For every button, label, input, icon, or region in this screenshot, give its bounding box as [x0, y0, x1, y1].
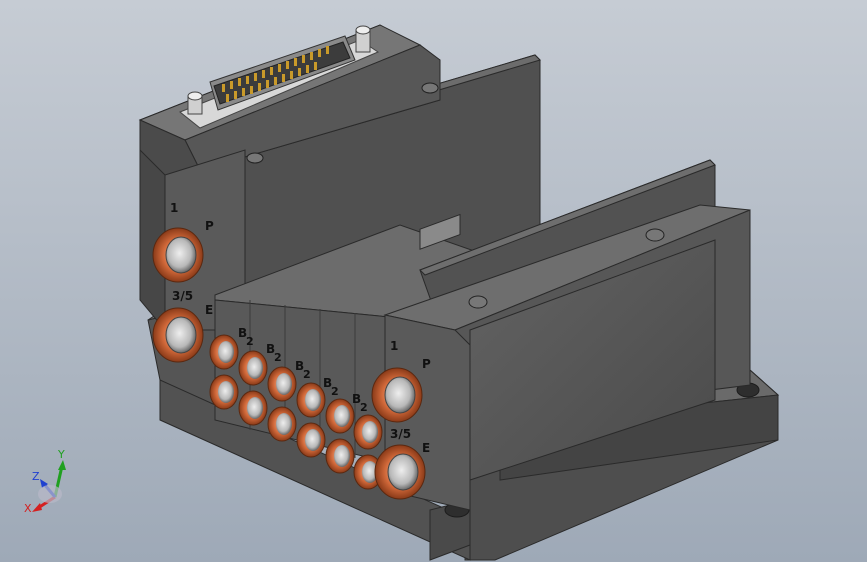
cad-model-view[interactable]: 1 P 3/5 E B 2 B 2 B 2 B 2 B 2 1 P 3/5 E …: [0, 0, 867, 562]
fitting-port: [209, 334, 239, 370]
triad-y-label: Y: [57, 448, 65, 461]
port-label-1: 1: [170, 201, 178, 215]
fitting-port: [238, 350, 268, 386]
fitting-port: [353, 414, 383, 450]
port-label-e: E: [422, 441, 430, 455]
triad-x-label: X: [24, 502, 32, 515]
fitting-port: [325, 438, 355, 474]
fitting-port: [296, 422, 326, 458]
station-label-b: 2: [360, 401, 368, 414]
port-label-3-5: 3/5: [390, 427, 411, 441]
screw-icon: [645, 228, 665, 242]
port-label-p: P: [205, 219, 214, 233]
port-label-3-5: 3/5: [172, 289, 193, 303]
station-label-b: 2: [246, 335, 254, 348]
fitting-port: [238, 390, 268, 426]
station-label-b: 2: [274, 351, 282, 364]
left-p-fitting[interactable]: [152, 227, 204, 283]
screw-icon: [246, 152, 264, 164]
fitting-port: [296, 382, 326, 418]
fitting-port: [209, 374, 239, 410]
fitting-port: [267, 406, 297, 442]
station-label-b: 2: [303, 368, 311, 381]
fitting-port: [325, 398, 355, 434]
standoff-left: [187, 91, 203, 115]
right-e-fitting[interactable]: [374, 444, 426, 500]
standoff-right: [355, 25, 371, 53]
port-label-1: 1: [390, 339, 398, 353]
port-label-e: E: [205, 303, 213, 317]
screw-icon: [421, 82, 439, 94]
left-e-fitting[interactable]: [152, 307, 204, 363]
port-label-p: P: [422, 357, 431, 371]
station-label-b: 2: [331, 385, 339, 398]
triad-z-label: Z: [32, 470, 40, 483]
axis-triad: X Y Z: [24, 448, 66, 515]
right-p-fitting[interactable]: [371, 367, 423, 423]
screw-icon: [468, 295, 488, 309]
graphics-viewport[interactable]: 1 P 3/5 E B 2 B 2 B 2 B 2 B 2 1 P 3/5 E …: [0, 0, 867, 562]
fitting-port: [267, 366, 297, 402]
